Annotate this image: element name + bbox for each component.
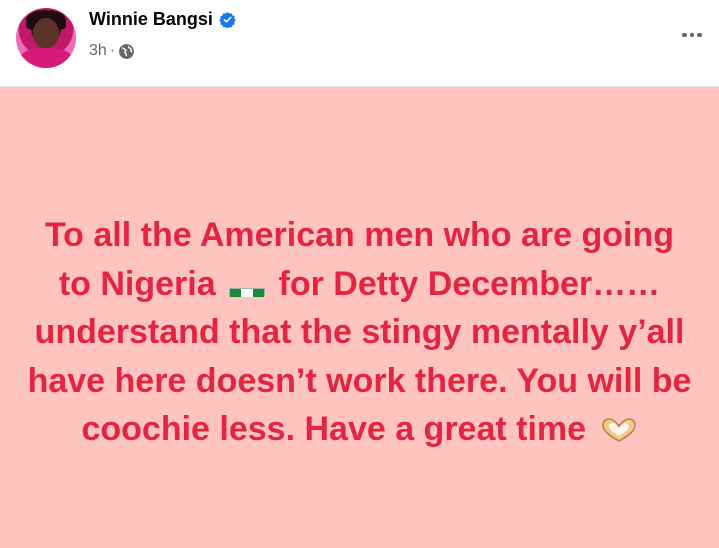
- post-timestamp[interactable]: 3h: [89, 42, 107, 60]
- heart-hands-icon: [600, 408, 638, 443]
- post-text: To all the American men who are going to…: [25, 211, 695, 454]
- post-header: Winnie Bangsi 3h ·: [0, 0, 719, 87]
- author-name-row: Winnie Bangsi: [89, 9, 236, 30]
- nigeria-flag-icon: [229, 275, 266, 297]
- more-options-button[interactable]: [679, 22, 705, 48]
- verified-badge-icon: [219, 11, 236, 29]
- author-name[interactable]: Winnie Bangsi: [89, 9, 213, 30]
- more-horizontal-icon: [682, 32, 687, 38]
- globe-icon: [118, 43, 135, 60]
- post-background: To all the American men who are going to…: [0, 87, 719, 548]
- post-meta: 3h ·: [89, 42, 135, 60]
- meta-separator: ·: [109, 42, 116, 59]
- author-avatar[interactable]: [16, 8, 76, 68]
